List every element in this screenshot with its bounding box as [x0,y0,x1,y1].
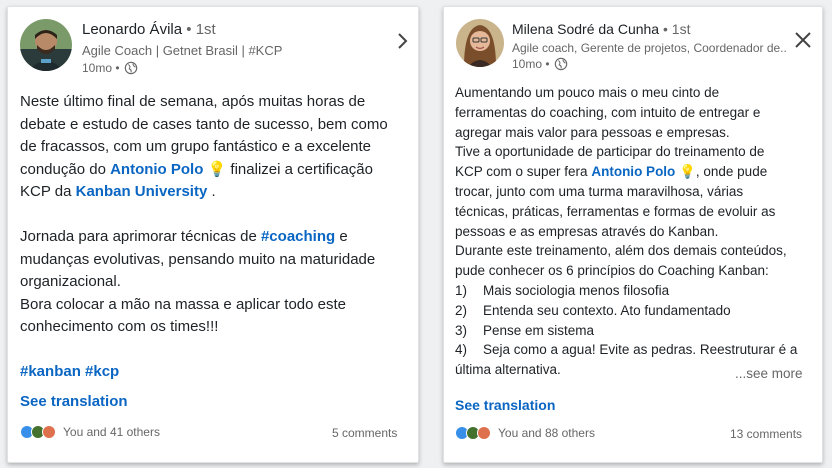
post-text: , onde pude [695,164,768,180]
post-card: Milena Sodré da Cunha • 1st Agile coach,… [443,6,823,463]
post-text-line: Tive a oportunidade de participar do tre… [455,144,765,160]
post-text-line: Aumentando um pouco mais o meu cinto de [455,85,720,100]
post-text: condução do [20,160,106,178]
post-body: Aumentando um pouco mais o meu cinto de … [455,83,797,380]
separator: • [186,21,192,38]
post-text: KCP com o super fera [455,164,588,180]
love-icon [477,426,491,440]
post-time: 10mo • [82,61,138,75]
post-text-line: Durante este treinamento, além dos demai… [455,243,787,259]
post-body: Neste último final de semana, após muita… [20,91,388,384]
post-text-line: agregar mais valor para pessoas e empres… [455,124,730,140]
post-text-line: ferramentas do coaching, com intuito de … [455,104,761,120]
list-item-number: 3) [455,322,468,338]
connection-degree: 1st [195,21,216,38]
post-card: Leonardo Ávila • 1st Agile Coach | Getne… [7,6,419,463]
comments-count[interactable]: 5 comments [332,426,397,440]
author-name[interactable]: Leonardo Ávila • 1st [82,21,216,38]
close-icon[interactable] [794,31,812,49]
post-text-line: organizacional. [20,273,121,290]
author-name-text[interactable]: Leonardo Ávila [82,21,182,38]
post-text: e [339,228,348,245]
globe-icon [124,61,137,75]
mention-link[interactable]: Antonio Polo [110,161,203,178]
lightbulb-emoji: 💡 [679,164,696,180]
author-name[interactable]: Milena Sodré da Cunha • 1st [512,21,690,37]
post-text: . [211,183,216,200]
post-text-line: Bora colocar a mão na massa e aplicar to… [20,295,347,313]
post-text-line: KCP com o super fera Antonio Polo 💡, ond… [455,162,797,182]
reactions-summary[interactable]: You and 88 others [455,426,595,440]
list-item-number: 1) [455,282,468,298]
lightbulb-emoji: 💡 [207,160,227,178]
reactions-summary[interactable]: You and 41 others [20,425,160,439]
list-item-text: Entenda seu contexto. Ato fundamentado [483,302,731,318]
mention-link[interactable]: Antonio Polo [591,164,675,179]
see-more-button[interactable]: ...see more [735,366,803,381]
globe-icon [554,57,567,71]
post-text-line: trocar, junto com uma turma maravilhosa,… [455,183,744,199]
mention-link[interactable]: Kanban University [76,183,208,200]
avatar[interactable] [20,19,72,71]
reaction-icons [20,425,56,439]
list-item: 1) Mais sociologia menos filosofia [455,281,797,301]
post-time: 10mo • [512,57,568,71]
see-translation-link[interactable]: See translation [20,393,128,410]
post-text: finalizei a certificação [230,160,373,178]
post-text-line: debate e estudo de cases tanto de sucess… [20,115,388,133]
post-text-line: KCP da Kanban University . [20,181,388,204]
reactions-count[interactable]: You and 41 others [63,425,160,439]
chevron-right-icon[interactable] [396,31,410,51]
list-item: 3) Pense em sistema [455,321,797,341]
avatar[interactable] [456,19,504,67]
connection-degree: 1st [671,21,691,37]
post-text-line: técnicas, práticas, ferramentas e formas… [455,203,776,219]
hashtag-link[interactable]: #coaching [261,228,335,245]
love-icon [42,425,56,439]
post-text-line: pessoas e as empresas através do Kanban. [455,223,719,239]
post-text-line: mudanças evolutivas, pensando muito na m… [20,250,376,268]
post-text-line: condução do Antonio Polo 💡 finalizei a c… [20,159,388,182]
reactions-count[interactable]: You and 88 others [498,426,595,440]
post-text-line: Neste último final de semana, após muita… [20,93,366,110]
post-text-line: Jornada para aprimorar técnicas de #coac… [20,226,388,249]
post-time-text: 10mo • [512,57,550,71]
list-item: 4) Seja como a agua! Evite as pedras. Ree… [455,340,797,360]
hashtags-link[interactable]: #kanban #kcp [20,361,388,384]
post-text-line: de fracassos, com um grupo fantástico e … [20,138,372,155]
list-item-text: Pense em sistema [483,322,595,338]
post-text-line: pude conhecer os 6 princípios do Coachin… [455,263,769,279]
post-text-line: conhecimento com os times!!! [20,318,219,335]
reaction-icons [455,426,491,440]
post-text: KCP da [20,183,72,200]
list-item-text: Mais sociologia menos filosofia [483,282,670,298]
author-headline: Agile Coach | Getnet Brasil | #KCP [82,43,283,58]
post-time-text: 10mo • [82,61,120,75]
list-item-number: 4) [455,342,468,358]
list-item-number: 2) [455,302,468,318]
author-name-text[interactable]: Milena Sodré da Cunha [512,21,659,37]
author-headline: Agile coach, Gerente de projetos, Coorde… [512,41,786,55]
list-item-text: Seja como a agua! Evite as pedras. Reest… [483,342,798,358]
separator: • [663,21,668,37]
see-translation-link[interactable]: See translation [455,397,555,413]
post-text: Jornada para aprimorar técnicas de [20,228,257,245]
list-item: 2) Entenda seu contexto. Ato fundamentado [455,301,797,321]
comments-count[interactable]: 13 comments [730,427,802,441]
